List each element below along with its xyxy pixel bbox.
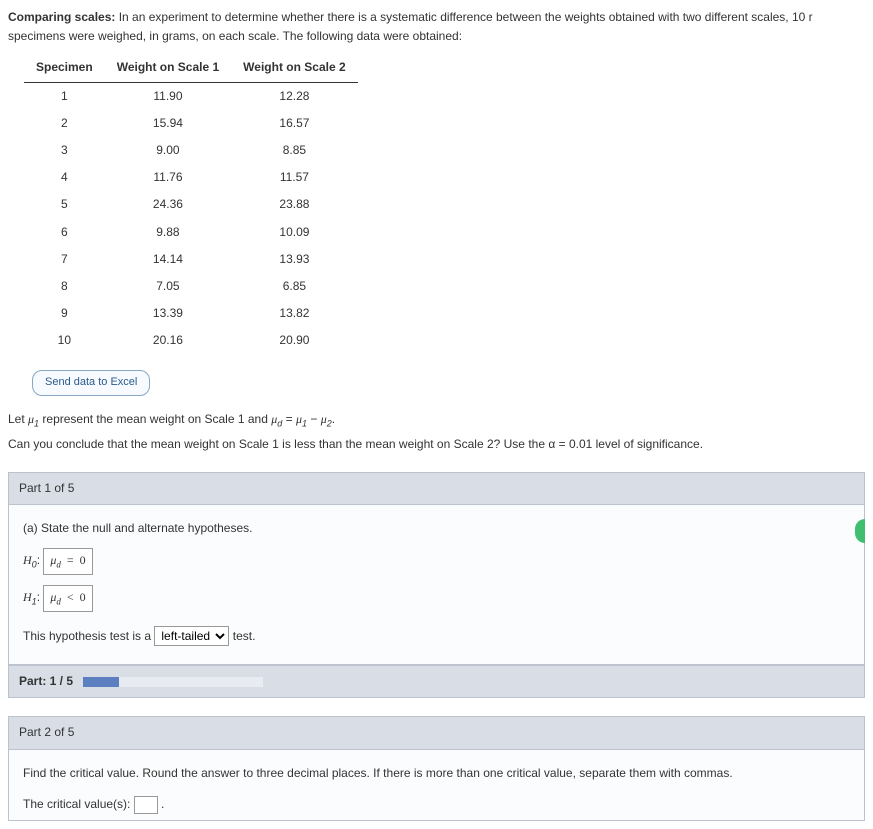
- h1-colon: :: [37, 590, 44, 604]
- table-row: 524.3623.88: [24, 191, 358, 218]
- let-line: Let μ1 represent the mean weight on Scal…: [8, 410, 865, 431]
- table-cell: 9.88: [105, 219, 231, 246]
- h0-answer-box[interactable]: μd = 0: [43, 548, 92, 575]
- table-cell: 6: [24, 219, 105, 246]
- table-cell: 6.85: [231, 273, 357, 300]
- h0-row: H0: μd = 0: [23, 548, 850, 575]
- table-row: 714.1413.93: [24, 246, 358, 273]
- critical-value-label: The critical value(s):: [23, 797, 134, 811]
- expand-tab-icon[interactable]: [855, 519, 865, 543]
- h1-label: H: [23, 590, 32, 604]
- table-cell: 16.57: [231, 110, 357, 137]
- table-cell: 13.82: [231, 300, 357, 327]
- progress-bar: [83, 677, 263, 687]
- tail-select[interactable]: left-tailed: [154, 626, 229, 646]
- table-cell: 10: [24, 327, 105, 354]
- table-row: 69.8810.09: [24, 219, 358, 246]
- table-cell: 8.85: [231, 137, 357, 164]
- table-cell: 1: [24, 82, 105, 110]
- progress-fill: [83, 677, 119, 687]
- table-cell: 9.00: [105, 137, 231, 164]
- intro-text2: specimens were weighed, in grams, on eac…: [8, 29, 462, 43]
- table-cell: 4: [24, 164, 105, 191]
- critical-value-row: The critical value(s): .: [23, 795, 850, 814]
- table-row: 913.3913.82: [24, 300, 358, 327]
- table-cell: 20.16: [105, 327, 231, 354]
- let-pre: Let: [8, 412, 28, 426]
- question-line: Can you conclude that the mean weight on…: [8, 435, 865, 454]
- data-table: Specimen Weight on Scale 1 Weight on Sca…: [24, 54, 358, 354]
- table-row: 215.9416.57: [24, 110, 358, 137]
- let-minus: −: [307, 412, 321, 426]
- part1-header: Part 1 of 5: [8, 472, 865, 505]
- intro-title: Comparing scales:: [8, 10, 115, 24]
- table-cell: 14.14: [105, 246, 231, 273]
- table-cell: 7: [24, 246, 105, 273]
- table-row: 1020.1620.90: [24, 327, 358, 354]
- table-cell: 2: [24, 110, 105, 137]
- part2-prompt: Find the critical value. Round the answe…: [23, 764, 850, 783]
- h0-colon: :: [37, 553, 44, 567]
- progress-label: Part: 1 / 5: [19, 672, 73, 691]
- table-cell: 10.09: [231, 219, 357, 246]
- table-cell: 12.28: [231, 82, 357, 110]
- intro-text1: In an experiment to determine whether th…: [115, 10, 812, 24]
- table-cell: 13.93: [231, 246, 357, 273]
- part2-header: Part 2 of 5: [8, 716, 865, 749]
- progress-row: Part: 1 / 5: [8, 665, 865, 698]
- table-cell: 7.05: [105, 273, 231, 300]
- table-cell: 23.88: [231, 191, 357, 218]
- tail-pre: This hypothesis test is a: [23, 629, 154, 643]
- table-row: 39.008.85: [24, 137, 358, 164]
- let-dot: .: [332, 412, 335, 426]
- table-cell: 8: [24, 273, 105, 300]
- table-cell: 20.90: [231, 327, 357, 354]
- table-cell: 11.57: [231, 164, 357, 191]
- table-cell: 15.94: [105, 110, 231, 137]
- table-cell: 13.39: [105, 300, 231, 327]
- table-cell: 9: [24, 300, 105, 327]
- col-scale2: Weight on Scale 2: [231, 54, 357, 82]
- tail-row: This hypothesis test is a left-tailed te…: [23, 626, 850, 646]
- tail-post: test.: [233, 629, 256, 643]
- part1-prompt: (a) State the null and alternate hypothe…: [23, 519, 850, 538]
- part1-body: (a) State the null and alternate hypothe…: [8, 505, 865, 665]
- h0-label: H: [23, 553, 32, 567]
- send-to-excel-button[interactable]: Send data to Excel: [32, 370, 150, 396]
- table-cell: 11.76: [105, 164, 231, 191]
- table-cell: 11.90: [105, 82, 231, 110]
- col-scale1: Weight on Scale 1: [105, 54, 231, 82]
- table-row: 411.7611.57: [24, 164, 358, 191]
- h1-answer-box[interactable]: μd < 0: [43, 585, 92, 612]
- problem-intro: Comparing scales: In an experiment to de…: [8, 8, 865, 46]
- critical-value-input[interactable]: [134, 796, 158, 814]
- let-mid: represent the mean weight on Scale 1 and: [39, 412, 271, 426]
- table-row: 87.056.85: [24, 273, 358, 300]
- let-eq: =: [282, 412, 296, 426]
- table-cell: 3: [24, 137, 105, 164]
- table-cell: 24.36: [105, 191, 231, 218]
- col-specimen: Specimen: [24, 54, 105, 82]
- table-cell: 5: [24, 191, 105, 218]
- table-header-row: Specimen Weight on Scale 1 Weight on Sca…: [24, 54, 358, 82]
- table-row: 111.9012.28: [24, 82, 358, 110]
- part2-body: Find the critical value. Round the answe…: [8, 750, 865, 821]
- h1-row: H1: μd < 0: [23, 585, 850, 612]
